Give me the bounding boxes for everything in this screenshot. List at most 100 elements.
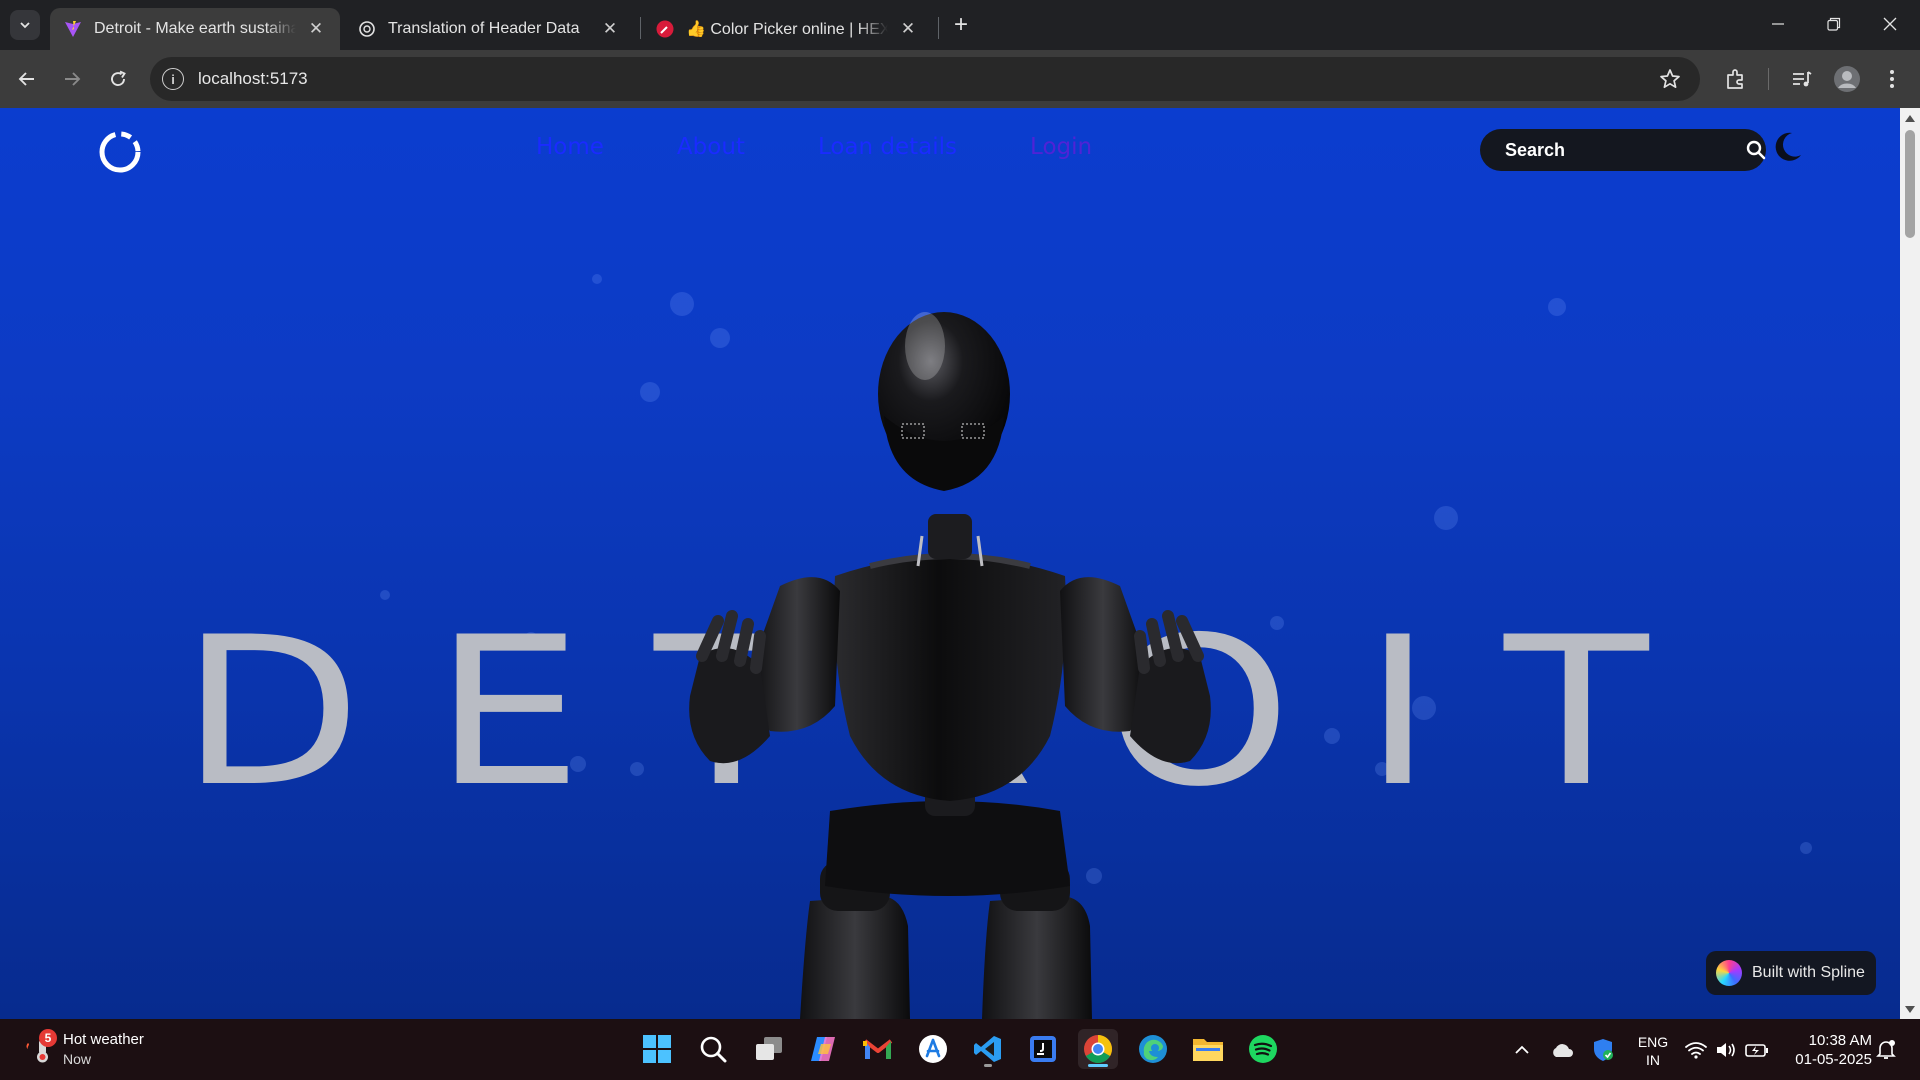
tab-title: 👍 Color Picker online | HEX Co <box>686 21 888 38</box>
onedrive-icon[interactable] <box>1550 1038 1574 1062</box>
back-button[interactable] <box>12 64 42 94</box>
close-icon[interactable]: ✕ <box>898 19 918 39</box>
tab-translation[interactable]: Translation of Header Data ✕ <box>344 8 634 50</box>
arrow-left-icon <box>18 72 34 86</box>
tab-search-button[interactable] <box>10 10 40 40</box>
edge-icon <box>1139 1035 1167 1063</box>
openai-icon <box>358 20 376 38</box>
notifications-icon[interactable] <box>1874 1038 1898 1062</box>
page-scrollbar[interactable] <box>1900 108 1920 1019</box>
spotify-icon <box>1249 1035 1277 1063</box>
close-window-button[interactable] <box>1862 0 1918 48</box>
bookmark-star-icon[interactable] <box>1658 67 1682 96</box>
chevron-up-icon <box>1515 1045 1529 1054</box>
arrow-right-icon <box>65 72 81 86</box>
tab-bar: Detroit - Make earth sustainable ✕ Trans… <box>0 0 1920 50</box>
app-store-button[interactable] <box>913 1029 953 1069</box>
search-button[interactable] <box>1746 129 1766 171</box>
scrollbar-thumb[interactable] <box>1905 130 1915 238</box>
volume-icon[interactable] <box>1714 1038 1738 1062</box>
nav-login[interactable]: Login <box>1030 134 1092 160</box>
system-clock[interactable]: 10:38 AM 01-05-2025 <box>1782 1031 1872 1069</box>
weather-subtitle: Now <box>63 1051 92 1067</box>
browser-toolbar: i localhost:5173 <box>0 50 1920 108</box>
file-explorer-icon <box>1193 1039 1223 1061</box>
profile-avatar[interactable] <box>1832 64 1862 94</box>
bubble-decoration <box>592 274 602 284</box>
search-input[interactable] <box>1505 139 1746 161</box>
forward-button[interactable] <box>57 64 87 94</box>
scroll-down-arrow-icon[interactable] <box>1905 1006 1915 1013</box>
tab-title: Detroit - Make earth sustainable <box>94 20 296 37</box>
more-menu-icon[interactable] <box>1877 64 1907 94</box>
running-indicator <box>984 1064 992 1067</box>
windows-start-button[interactable] <box>637 1029 677 1069</box>
site-logo[interactable] <box>96 128 144 176</box>
tab-title: Translation of Header Data <box>388 20 580 37</box>
minimize-button[interactable] <box>1750 0 1806 48</box>
show-hidden-icons-button[interactable] <box>1510 1038 1534 1062</box>
bubble-decoration <box>380 590 390 600</box>
task-view-button[interactable] <box>749 1029 789 1069</box>
bubble-decoration <box>1548 298 1566 316</box>
edge-button[interactable] <box>1133 1029 1173 1069</box>
vscode-button[interactable] <box>968 1029 1008 1069</box>
robot-3d-model[interactable] <box>640 236 1260 1019</box>
restore-button[interactable] <box>1806 0 1862 48</box>
restore-icon <box>1827 17 1841 31</box>
spline-badge[interactable]: Built with Spline <box>1706 951 1876 995</box>
windows-security-icon[interactable] <box>1591 1038 1615 1062</box>
gmail-button[interactable] <box>858 1029 898 1069</box>
media-controls-icon[interactable] <box>1787 64 1817 94</box>
reload-icon <box>111 70 126 86</box>
windows-start-icon <box>643 1035 671 1063</box>
vscode-icon <box>974 1036 1001 1062</box>
nav-about[interactable]: About <box>677 134 745 160</box>
reload-button[interactable] <box>103 64 133 94</box>
region-code: IN <box>1646 1052 1660 1068</box>
weather-title: Hot weather <box>63 1031 144 1048</box>
chrome-icon <box>1084 1035 1112 1063</box>
spotify-button[interactable] <box>1243 1029 1283 1069</box>
site-info-icon[interactable]: i <box>162 68 184 90</box>
task-view-icon <box>756 1037 782 1060</box>
weather-widget[interactable]: 5 Hot weather Now <box>22 1029 162 1071</box>
input-language-indicator[interactable]: ENG IN <box>1636 1033 1670 1069</box>
bubble-decoration <box>1800 842 1812 854</box>
toolbar-divider <box>1768 68 1769 90</box>
wifi-icon[interactable] <box>1684 1038 1708 1062</box>
site-nav: Home About Loan details Login <box>536 134 1165 160</box>
spline-logo-icon <box>1716 960 1742 986</box>
battery-icon[interactable] <box>1745 1038 1769 1062</box>
extensions-icon[interactable] <box>1721 64 1751 94</box>
clock-date: 01-05-2025 <box>1795 1051 1872 1068</box>
language-code: ENG <box>1637 1034 1669 1050</box>
bubble-decoration <box>1434 506 1458 530</box>
nav-loan-details[interactable]: Loan details <box>818 134 957 160</box>
running-indicator <box>1088 1064 1108 1067</box>
jetbrains-button[interactable] <box>1023 1029 1063 1069</box>
copilot-icon <box>811 1037 835 1061</box>
windows-taskbar: 5 Hot weather Now ENG IN 10:38 AM 01-05-… <box>0 1019 1920 1080</box>
spline-badge-label: Built with Spline <box>1752 964 1865 981</box>
close-icon[interactable]: ✕ <box>306 19 326 39</box>
close-icon[interactable]: ✕ <box>600 19 620 39</box>
vite-icon <box>64 20 82 38</box>
file-explorer-button[interactable] <box>1188 1029 1228 1069</box>
scroll-up-arrow-icon[interactable] <box>1905 115 1915 122</box>
copilot-button[interactable] <box>803 1029 843 1069</box>
clock-time: 10:38 AM <box>1808 1032 1872 1049</box>
nav-home[interactable]: Home <box>536 134 604 160</box>
tab-color-picker[interactable]: 👍 Color Picker online | HEX Co ✕ <box>642 8 932 50</box>
site-search <box>1480 129 1766 171</box>
url-text[interactable]: localhost:5173 <box>198 69 308 89</box>
taskbar-search-button[interactable] <box>693 1029 733 1069</box>
tab-detroit[interactable]: Detroit - Make earth sustainable ✕ <box>50 8 340 50</box>
chrome-button[interactable] <box>1078 1029 1118 1069</box>
search-icon <box>1746 140 1766 160</box>
chevron-down-icon <box>20 22 30 29</box>
moon-icon[interactable] <box>1770 130 1804 164</box>
close-icon <box>1883 17 1897 31</box>
new-tab-button[interactable]: + <box>948 11 974 38</box>
address-bar[interactable]: i localhost:5173 <box>150 57 1700 101</box>
